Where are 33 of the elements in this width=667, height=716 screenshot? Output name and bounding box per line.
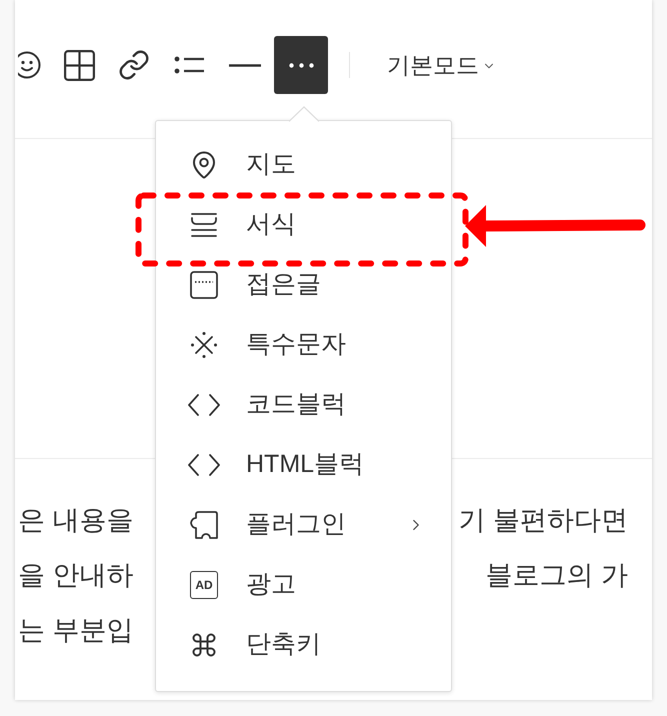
menu-item[interactable]: AD 광고 xyxy=(156,555,451,615)
smiley-icon xyxy=(18,51,41,79)
paragraph-text: 은 내용을 xyxy=(18,504,134,538)
dotted-box-icon xyxy=(190,271,218,299)
mode-dropdown[interactable]: 기본모드 xyxy=(387,48,496,82)
list-button[interactable] xyxy=(174,55,204,75)
divider-line-button[interactable] xyxy=(229,64,261,66)
menu-item[interactable]: 단축키 xyxy=(156,615,451,675)
paragraph-text: 는 부분입 xyxy=(18,614,134,648)
paragraph-text: 기 불편하다면 xyxy=(458,504,628,538)
menu-item[interactable]: 접은글 xyxy=(156,255,451,315)
link-button[interactable] xyxy=(118,49,150,81)
ad-tag: AD xyxy=(190,571,218,599)
table-button[interactable] xyxy=(64,50,95,80)
list-icon xyxy=(174,55,204,75)
command-key-icon xyxy=(190,631,218,659)
horizontal-line-icon xyxy=(229,64,261,66)
menu-item[interactable]: 지도 xyxy=(156,135,451,195)
ellipsis-icon xyxy=(288,62,314,68)
menu-item[interactable]: HTML블럭 xyxy=(156,435,451,495)
emoji-button[interactable] xyxy=(18,51,41,79)
code-brackets-icon xyxy=(188,394,220,416)
table-icon xyxy=(64,50,95,80)
menu-item[interactable]: 코드블럭 xyxy=(156,375,451,435)
paragraph-text: 블로그의 가 xyxy=(485,559,628,592)
text-lines-icon xyxy=(190,212,218,238)
puzzle-piece-icon xyxy=(189,510,219,540)
menu-item[interactable]: 특수문자 xyxy=(156,315,451,375)
menu-item[interactable]: 플러그인 xyxy=(156,495,451,555)
code-brackets-icon xyxy=(188,454,220,476)
link-icon xyxy=(118,49,150,81)
asterisk-icon xyxy=(190,331,218,359)
paragraph-text: 을 안내하 xyxy=(18,559,134,592)
